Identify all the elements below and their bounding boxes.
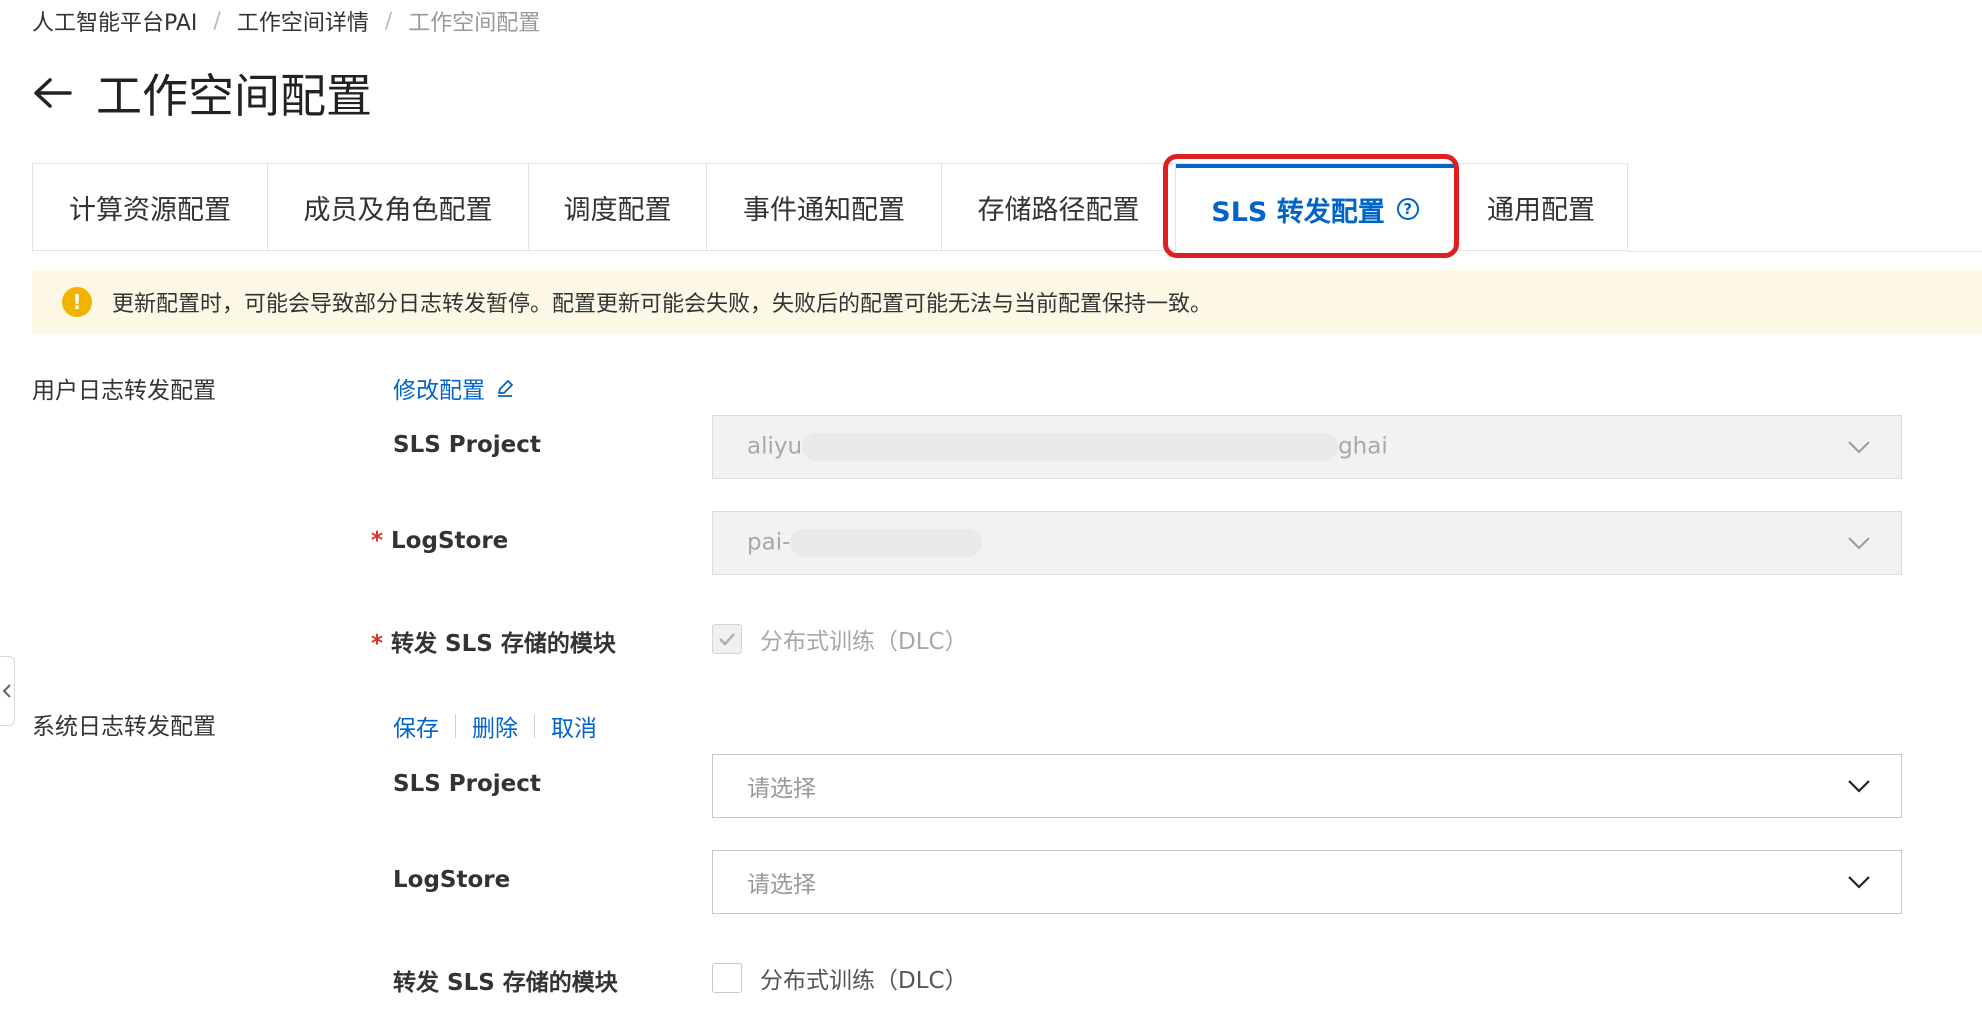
checkbox-label: 分布式训练（DLC） [760,629,968,655]
divider [534,714,535,738]
tab-label: 调度配置 [563,194,672,226]
breadcrumb-item-pai[interactable]: 人工智能平台PAI [32,5,197,37]
user-log-actions: 修改配置 [393,371,515,405]
required-mark: * [371,631,384,657]
edit-config-link[interactable]: 修改配置 [393,371,485,405]
tab-compute-resource[interactable]: 计算资源配置 [33,164,268,251]
system-sls-project-select[interactable]: 请选择 [712,754,1902,818]
page-header: 工作空间配置 [30,60,372,126]
checkbox-label[interactable]: 分布式训练（DLC） [760,961,968,995]
select-placeholder: 请选择 [747,872,816,898]
warning-icon: ! [62,287,92,317]
redacted-text [802,433,1339,461]
system-logstore-label: LogStore [393,867,511,893]
notice-text: 更新配置时，可能会导致部分日志转发暂停。配置更新可能会失败，失败后的配置可能无法… [112,292,1213,317]
required-mark: * [371,528,384,554]
tab-storage-path[interactable]: 存储路径配置 [942,164,1176,251]
user-module-label: * 转发 SLS 存储的模块 [371,631,616,657]
user-sls-project-label: SLS Project [393,432,541,458]
system-module-dlc-checkbox-row[interactable]: 分布式训练（DLC） [712,961,968,995]
help-icon[interactable]: ? [1396,198,1419,220]
delete-link[interactable]: 删除 [472,709,518,743]
tab-members-roles[interactable]: 成员及角色配置 [268,164,529,251]
cancel-link[interactable]: 取消 [551,709,597,743]
edit-icon[interactable] [495,378,515,398]
breadcrumb-separator: / [384,8,393,34]
user-logstore-label: * LogStore [371,528,509,554]
select-placeholder: 请选择 [747,776,816,802]
user-logstore-select: pai- [712,511,1902,575]
chevron-down-icon [1848,780,1870,793]
chevron-down-icon [1848,537,1870,550]
tab-event-notification[interactable]: 事件通知配置 [707,164,942,251]
user-log-section-label: 用户日志转发配置 [32,378,216,404]
system-logstore-select[interactable]: 请选择 [712,850,1902,914]
tab-label: 计算资源配置 [69,194,231,226]
checkmark-icon [719,633,735,646]
breadcrumb-item-workspace-detail[interactable]: 工作空间详情 [237,5,369,37]
sidebar-collapse-handle[interactable] [0,656,15,726]
breadcrumb: 人工智能平台PAI / 工作空间详情 / 工作空间配置 [32,5,540,37]
chevron-left-icon [2,684,11,698]
tab-label: 成员及角色配置 [303,194,493,226]
divider [455,714,456,738]
tab-divider [1627,251,1982,252]
tab-general[interactable]: 通用配置 [1455,164,1628,251]
tab-label: 存储路径配置 [977,194,1140,226]
warning-notice: ! 更新配置时，可能会导致部分日志转发暂停。配置更新可能会失败，失败后的配置可能… [32,270,1982,334]
user-sls-project-select: aliyu ghai [712,415,1902,479]
tab-label: 通用配置 [1487,194,1595,226]
tab-sls-forwarding[interactable]: SLS 转发配置 ? [1176,164,1455,251]
checkbox-checked-disabled [712,624,742,654]
back-arrow-icon[interactable] [30,71,74,115]
checkbox-unchecked[interactable] [712,963,742,993]
select-value: aliyu ghai [747,433,1388,461]
select-value: pai- [747,529,983,557]
breadcrumb-item-current: 工作空间配置 [408,11,541,36]
user-module-dlc-checkbox-row: 分布式训练（DLC） [712,622,968,656]
breadcrumb-separator: / [213,8,221,34]
system-log-actions: 保存 删除 取消 [393,709,597,743]
chevron-down-icon [1848,441,1870,454]
system-sls-project-label: SLS Project [393,771,541,797]
chevron-down-icon [1848,876,1870,889]
tab-label: SLS 转发配置 [1211,196,1385,228]
page-title: 工作空间配置 [96,69,372,123]
redacted-text [790,529,983,557]
system-module-label: 转发 SLS 存储的模块 [393,970,618,996]
config-tabs: 计算资源配置 成员及角色配置 调度配置 事件通知配置 存储路径配置 SLS 转发… [32,163,1628,252]
save-link[interactable]: 保存 [393,709,439,743]
tab-scheduling[interactable]: 调度配置 [529,164,707,251]
system-log-section-label: 系统日志转发配置 [32,714,216,740]
tab-label: 事件通知配置 [743,194,905,226]
